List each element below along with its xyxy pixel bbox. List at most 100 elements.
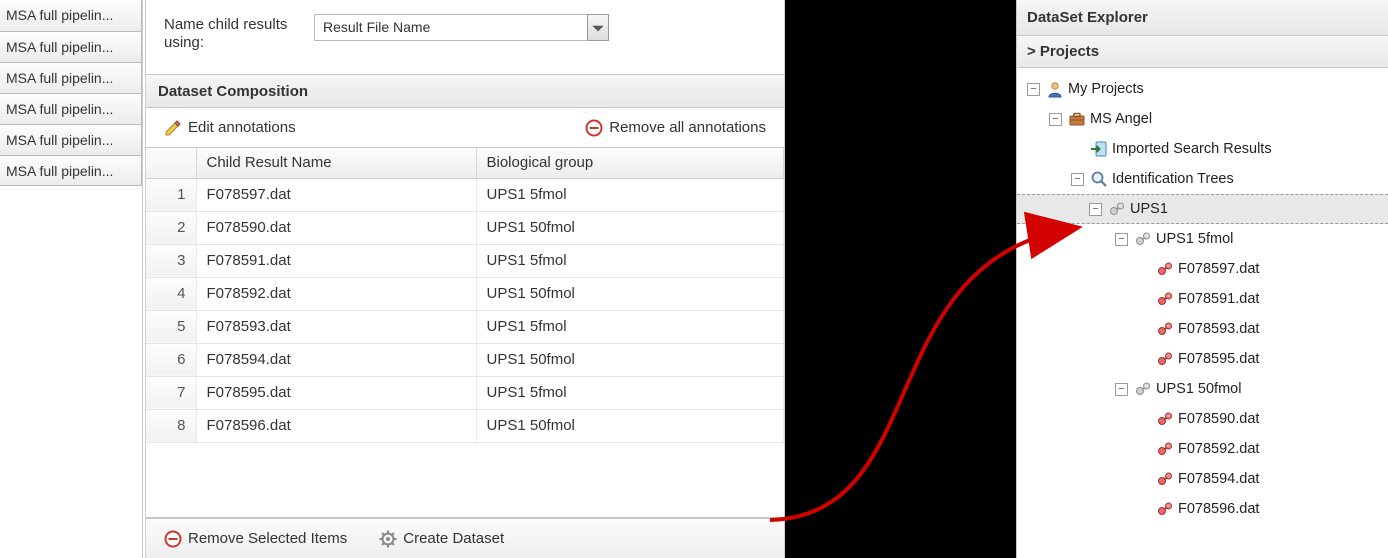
tree-node[interactable]: − My Projects (1021, 74, 1384, 104)
tree-node[interactable]: − UPS1 (1017, 194, 1388, 224)
composition-toolbar: Edit annotations Remove all annotations (146, 108, 784, 148)
create-dataset-label: Create Dataset (403, 530, 504, 547)
row-number: 6 (146, 343, 196, 376)
edit-annotations-button[interactable]: Edit annotations (160, 116, 300, 140)
tree-node[interactable]: F078597.dat (1021, 254, 1384, 284)
tree-node-label: MS Angel (1090, 111, 1152, 127)
tree-expander[interactable]: − (1027, 83, 1040, 96)
dataset-explorer-title: DataSet Explorer (1017, 0, 1388, 36)
remove-all-annotations-label: Remove all annotations (609, 119, 766, 136)
tree-expander[interactable]: − (1115, 233, 1128, 246)
name-child-results-label: Name child results using: (164, 14, 304, 52)
tree-node-label: UPS1 5fmol (1156, 231, 1233, 247)
tree-node[interactable]: F078592.dat (1021, 434, 1384, 464)
remove-icon (585, 119, 603, 137)
tree-node-label: F078595.dat (1178, 351, 1259, 367)
left-tab[interactable]: MSA full pipelin... (0, 124, 142, 155)
tree-expander[interactable]: − (1115, 383, 1128, 396)
left-tab[interactable]: MSA full pipelin... (0, 155, 142, 186)
cell-biological-group: UPS1 5fmol (476, 244, 784, 277)
table-row[interactable]: 2F078590.datUPS1 50fmol (146, 211, 784, 244)
name-child-results-select[interactable]: Result File Name (314, 14, 609, 41)
row-number: 2 (146, 211, 196, 244)
cell-child-result-name: F078590.dat (196, 211, 476, 244)
col-biological-group[interactable]: Biological group (476, 148, 784, 178)
left-tab[interactable]: MSA full pipelin... (0, 93, 142, 124)
tree-node-label: F078592.dat (1178, 441, 1259, 457)
cell-child-result-name: F078597.dat (196, 178, 476, 211)
cell-biological-group: UPS1 5fmol (476, 310, 784, 343)
dataset-explorer-panel: DataSet Explorer > Projects − My Projects… (1016, 0, 1388, 558)
cell-biological-group: UPS1 50fmol (476, 211, 784, 244)
table-row[interactable]: 4F078592.datUPS1 50fmol (146, 277, 784, 310)
edit-annotations-label: Edit annotations (188, 119, 296, 136)
tree-node-icon (1156, 260, 1174, 278)
project-tree: − My Projects − MS Angel Imported Search Res… (1017, 68, 1388, 530)
tree-node-icon (1156, 500, 1174, 518)
tree-node[interactable]: F078590.dat (1021, 404, 1384, 434)
row-number: 3 (146, 244, 196, 277)
tree-node-label: UPS1 (1130, 201, 1168, 217)
remove-selected-items-button[interactable]: Remove Selected Items (160, 527, 351, 551)
tree-node[interactable]: F078594.dat (1021, 464, 1384, 494)
cell-child-result-name: F078596.dat (196, 409, 476, 442)
tree-node-icon (1046, 80, 1064, 98)
tree-node-label: Identification Trees (1112, 171, 1234, 187)
tree-node[interactable]: − Identification Trees (1021, 164, 1384, 194)
tree-node[interactable]: F078591.dat (1021, 284, 1384, 314)
tree-node-label: F078593.dat (1178, 321, 1259, 337)
table-row[interactable]: 1F078597.datUPS1 5fmol (146, 178, 784, 211)
tree-node-icon (1068, 110, 1086, 128)
tree-node-label: F078594.dat (1178, 471, 1259, 487)
tree-node-icon (1134, 380, 1152, 398)
row-number: 8 (146, 409, 196, 442)
left-tab[interactable]: MSA full pipelin... (0, 31, 142, 62)
cell-child-result-name: F078593.dat (196, 310, 476, 343)
tree-node-icon (1108, 200, 1126, 218)
col-rownum[interactable] (146, 148, 196, 178)
remove-all-annotations-button[interactable]: Remove all annotations (581, 116, 770, 140)
tree-expander[interactable]: − (1089, 203, 1102, 216)
table-row[interactable]: 6F078594.datUPS1 50fmol (146, 343, 784, 376)
composition-grid: Child Result Name Biological group 1F078… (146, 148, 784, 518)
cell-biological-group: UPS1 50fmol (476, 343, 784, 376)
cell-child-result-name: F078591.dat (196, 244, 476, 277)
tree-node-label: F078591.dat (1178, 291, 1259, 307)
dataset-composition-header: Dataset Composition (146, 75, 784, 108)
tree-node[interactable]: − MS Angel (1021, 104, 1384, 134)
tree-node[interactable]: Imported Search Results (1021, 134, 1384, 164)
tree-node[interactable]: F078593.dat (1021, 314, 1384, 344)
tree-node[interactable]: − UPS1 5fmol (1021, 224, 1384, 254)
tree-node-label: F078590.dat (1178, 411, 1259, 427)
create-dataset-button[interactable]: Create Dataset (375, 527, 508, 551)
left-tab[interactable]: MSA full pipelin... (0, 62, 142, 93)
cell-biological-group: UPS1 50fmol (476, 409, 784, 442)
select-dropdown-button[interactable] (587, 14, 609, 41)
tree-node[interactable]: F078596.dat (1021, 494, 1384, 524)
tree-node[interactable]: F078595.dat (1021, 344, 1384, 374)
projects-breadcrumb[interactable]: > Projects (1017, 36, 1388, 68)
tree-expander[interactable]: − (1049, 113, 1062, 126)
table-row[interactable]: 3F078591.datUPS1 5fmol (146, 244, 784, 277)
pencil-icon (164, 119, 182, 137)
tree-expander[interactable]: − (1071, 173, 1084, 186)
table-row[interactable]: 8F078596.datUPS1 50fmol (146, 409, 784, 442)
remove-icon (164, 530, 182, 548)
col-child-result-name[interactable]: Child Result Name (196, 148, 476, 178)
tree-node-label: My Projects (1068, 81, 1144, 97)
tree-node[interactable]: −UPS1 50fmol (1021, 374, 1384, 404)
table-row[interactable]: 7F078595.datUPS1 5fmol (146, 376, 784, 409)
row-number: 7 (146, 376, 196, 409)
cell-biological-group: UPS1 50fmol (476, 277, 784, 310)
table-row[interactable]: 5F078593.datUPS1 5fmol (146, 310, 784, 343)
left-tab[interactable]: MSA full pipelin... (0, 0, 142, 31)
chevron-down-icon (589, 19, 607, 37)
gear-icon (379, 530, 397, 548)
tree-node-label: Imported Search Results (1112, 141, 1272, 157)
row-number: 5 (146, 310, 196, 343)
name-child-results-row: Name child results using: Result File Na… (146, 0, 784, 75)
select-value: Result File Name (314, 14, 609, 41)
tree-node-icon (1156, 470, 1174, 488)
row-number: 1 (146, 178, 196, 211)
cell-biological-group: UPS1 5fmol (476, 178, 784, 211)
